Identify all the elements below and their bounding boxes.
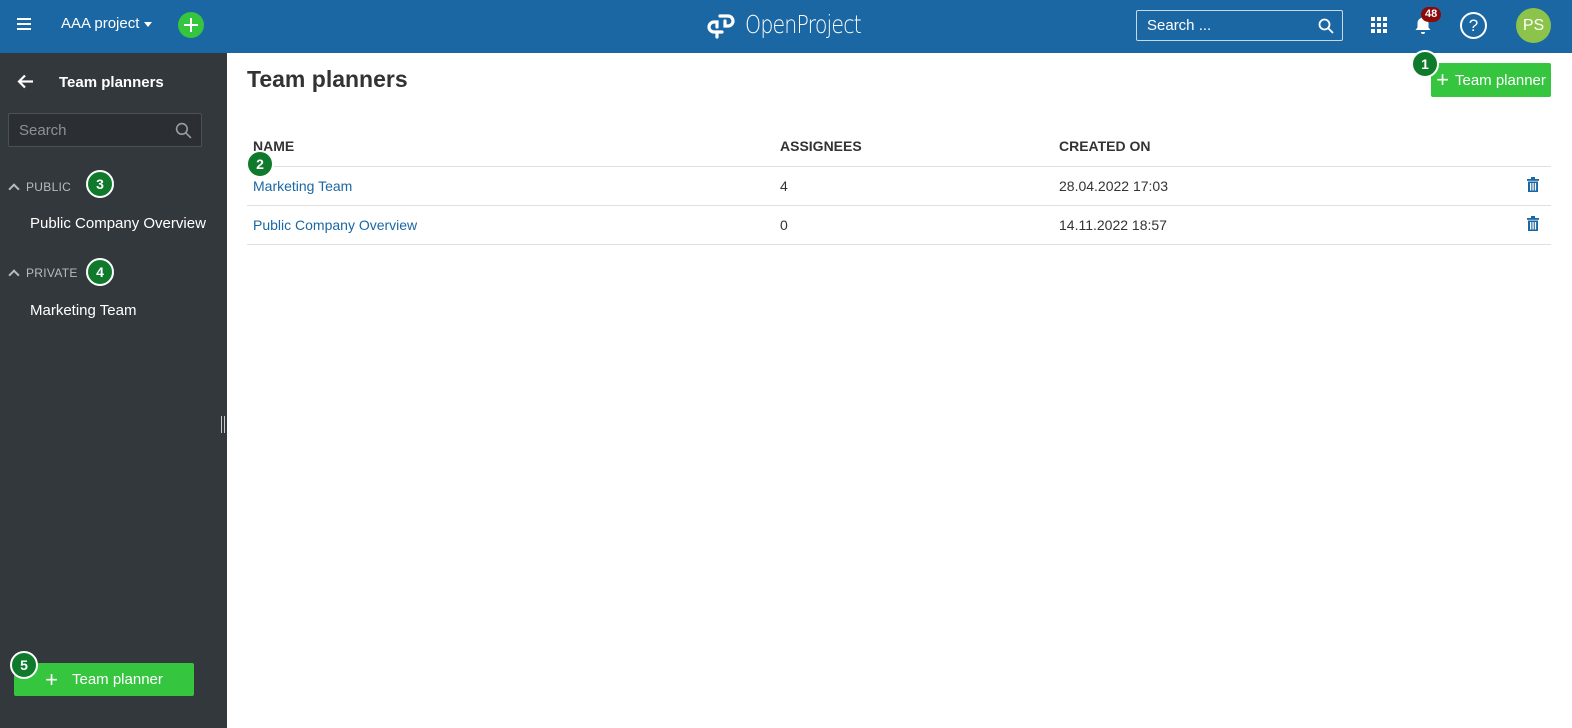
- team-planner-link[interactable]: Public Company Overview: [253, 217, 417, 233]
- global-search-input[interactable]: [1137, 11, 1342, 40]
- logo-icon: [707, 14, 735, 39]
- create-team-planner-button[interactable]: + Team planner: [1431, 63, 1551, 97]
- button-label: Team planner: [1454, 71, 1546, 89]
- chevron-up-icon: [8, 183, 20, 195]
- section-public-label: PUBLIC: [26, 180, 72, 194]
- menu-toggle-icon[interactable]: [17, 18, 31, 31]
- caret-down-icon: [144, 21, 153, 27]
- team-planners-table: NAME ASSIGNEES CREATED ON Marketing Team…: [247, 125, 1551, 245]
- sidebar-create-team-planner-button[interactable]: + Team planner: [14, 663, 194, 696]
- button-label: Team planner: [71, 671, 163, 688]
- back-arrow-icon[interactable]: [17, 74, 34, 94]
- global-search[interactable]: [1136, 10, 1343, 41]
- annotation-badge-4: 4: [86, 258, 114, 286]
- quick-add-button[interactable]: [178, 12, 204, 38]
- top-header: AAA project OpenProject 48 ? PS: [0, 0, 1572, 53]
- project-selector[interactable]: AAA project: [61, 15, 153, 32]
- column-header-assignees[interactable]: ASSIGNEES: [774, 138, 1053, 154]
- project-name: AAA project: [61, 15, 140, 32]
- table-header: NAME ASSIGNEES CREATED ON: [247, 125, 1551, 167]
- table-row: Public Company Overview 0 14.11.2022 18:…: [247, 206, 1551, 245]
- sidebar-resize-handle[interactable]: [221, 416, 225, 433]
- plus-icon: +: [45, 666, 58, 692]
- table-row: Marketing Team 4 28.04.2022 17:03: [247, 167, 1551, 206]
- annotation-badge-3: 3: [86, 170, 114, 198]
- section-public-toggle[interactable]: PUBLIC: [8, 180, 72, 195]
- column-header-name[interactable]: NAME: [247, 138, 774, 154]
- search-icon[interactable]: [175, 122, 192, 144]
- annotation-badge-1: 1: [1411, 50, 1439, 78]
- page-title: Team planners: [247, 66, 408, 92]
- main-content: Team planners + Team planner NAME ASSIGN…: [227, 53, 1572, 728]
- openproject-logo[interactable]: OpenProject: [705, 8, 886, 40]
- sidebar-title: Team planners: [59, 74, 164, 91]
- created-on-date: 28.04.2022 17:03: [1059, 178, 1168, 194]
- sidebar-item-marketing-team[interactable]: Marketing Team: [30, 302, 136, 319]
- chevron-up-icon: [8, 269, 20, 281]
- search-icon[interactable]: [1318, 18, 1334, 39]
- assignees-count: 4: [780, 178, 788, 194]
- section-private-toggle[interactable]: PRIVATE: [8, 266, 78, 281]
- delete-trash-icon[interactable]: [1527, 216, 1539, 234]
- plus-icon: +: [1436, 67, 1449, 92]
- sidebar-item-public-company-overview[interactable]: Public Company Overview: [30, 215, 206, 232]
- column-header-created-on[interactable]: CREATED ON: [1053, 138, 1503, 154]
- section-private-label: PRIVATE: [26, 266, 78, 280]
- annotation-badge-5: 5: [10, 651, 38, 679]
- sidebar-search-input[interactable]: [9, 114, 201, 146]
- delete-trash-icon[interactable]: [1527, 177, 1539, 195]
- help-button[interactable]: ?: [1460, 12, 1487, 39]
- user-avatar[interactable]: PS: [1516, 8, 1551, 43]
- team-planner-link[interactable]: Marketing Team: [253, 178, 352, 194]
- sidebar-search[interactable]: [8, 113, 202, 147]
- assignees-count: 0: [780, 217, 788, 233]
- logo-text: OpenProject: [745, 9, 862, 39]
- created-on-date: 14.11.2022 18:57: [1059, 217, 1167, 233]
- modules-grid-icon[interactable]: [1371, 17, 1387, 33]
- notification-count-badge: 48: [1421, 7, 1442, 22]
- annotation-badge-2: 2: [246, 150, 274, 178]
- sidebar: Team planners PUBLIC Public Company Over…: [0, 53, 227, 728]
